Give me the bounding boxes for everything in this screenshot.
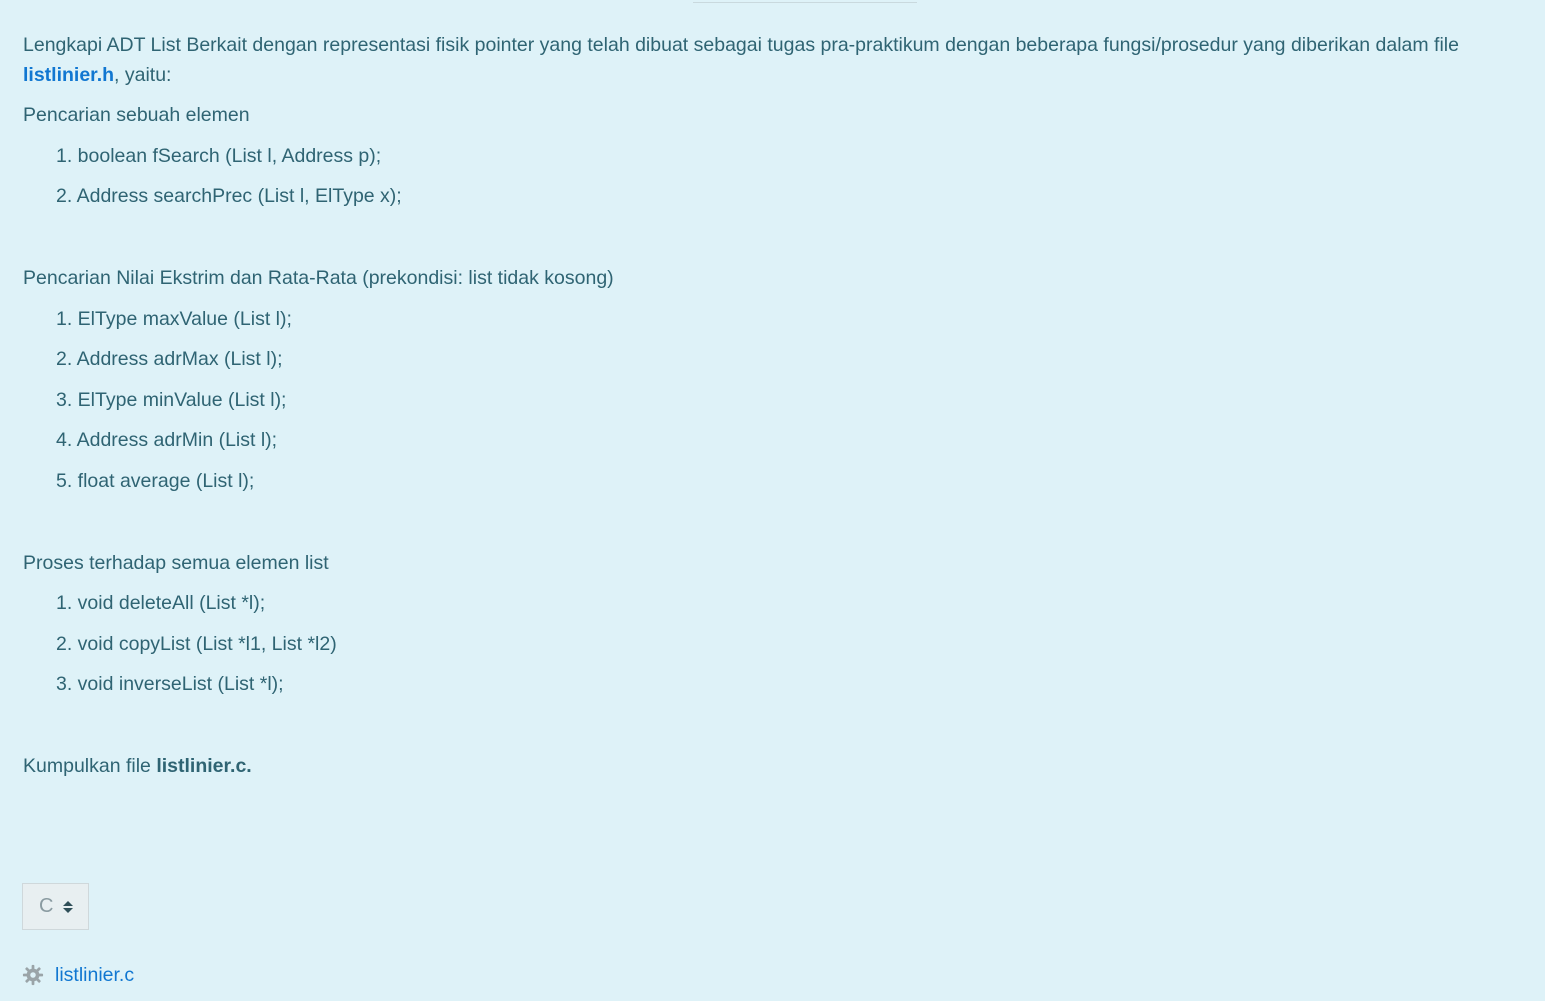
updown-arrows-icon <box>63 900 74 913</box>
submit-filename: listlinier.c. <box>156 755 252 777</box>
list-item: 3. ElType minValue (List l); <box>56 388 287 411</box>
list-item: 3. void inverseList (List *l); <box>56 673 284 695</box>
list-item: 2. Address adrMax (List l); <box>56 348 283 370</box>
list-item: 2. void copyList (List *l1, List *l2) <box>56 632 337 655</box>
attachment-file-link[interactable]: listlinier.c <box>55 962 134 988</box>
language-select[interactable]: C <box>22 883 89 930</box>
list-item: 4. Address adrMin (List l); <box>56 429 278 451</box>
list-item: 1. void deleteAll (List *l); <box>56 592 266 614</box>
function-list-process: 1. void deleteAll (List *l); 2. void cop… <box>23 588 1523 699</box>
intro-text: Lengkapi ADT List Berkait dengan represe… <box>23 34 1459 56</box>
section-title-search: Pencarian sebuah elemen <box>23 104 250 126</box>
intro-text-end: , yaitu: <box>114 64 172 86</box>
gear-icon <box>22 964 44 986</box>
list-item: 5. float average (List l); <box>56 469 255 492</box>
problem-description: Lengkapi ADT List Berkait dengan represe… <box>23 30 1523 781</box>
function-list-search: 1. boolean fSearch (List l, Address p); … <box>23 141 1523 212</box>
section-title-process: Proses terhadap semua elemen list <box>23 551 329 574</box>
submit-text: Kumpulkan file <box>23 755 157 777</box>
list-item: 2. Address searchPrec (List l, ElType x)… <box>56 185 402 207</box>
section-title-extreme: Pencarian Nilai Ekstrim dan Rata-Rata (p… <box>23 267 614 289</box>
top-tab-edge <box>693 0 917 3</box>
header-file-link[interactable]: listlinier.h <box>23 64 114 86</box>
submit-instruction: Kumpulkan file listlinier.c. <box>23 751 1523 781</box>
list-item: 1. boolean fSearch (List l, Address p); <box>56 144 382 167</box>
attachment-row: listlinier.c <box>22 962 134 988</box>
language-select-value: C <box>39 895 54 917</box>
list-item: 1. ElType maxValue (List l); <box>56 307 292 330</box>
intro-paragraph: Lengkapi ADT List Berkait dengan represe… <box>23 30 1523 90</box>
function-list-extreme: 1. ElType maxValue (List l); 2. Address … <box>23 304 1523 496</box>
